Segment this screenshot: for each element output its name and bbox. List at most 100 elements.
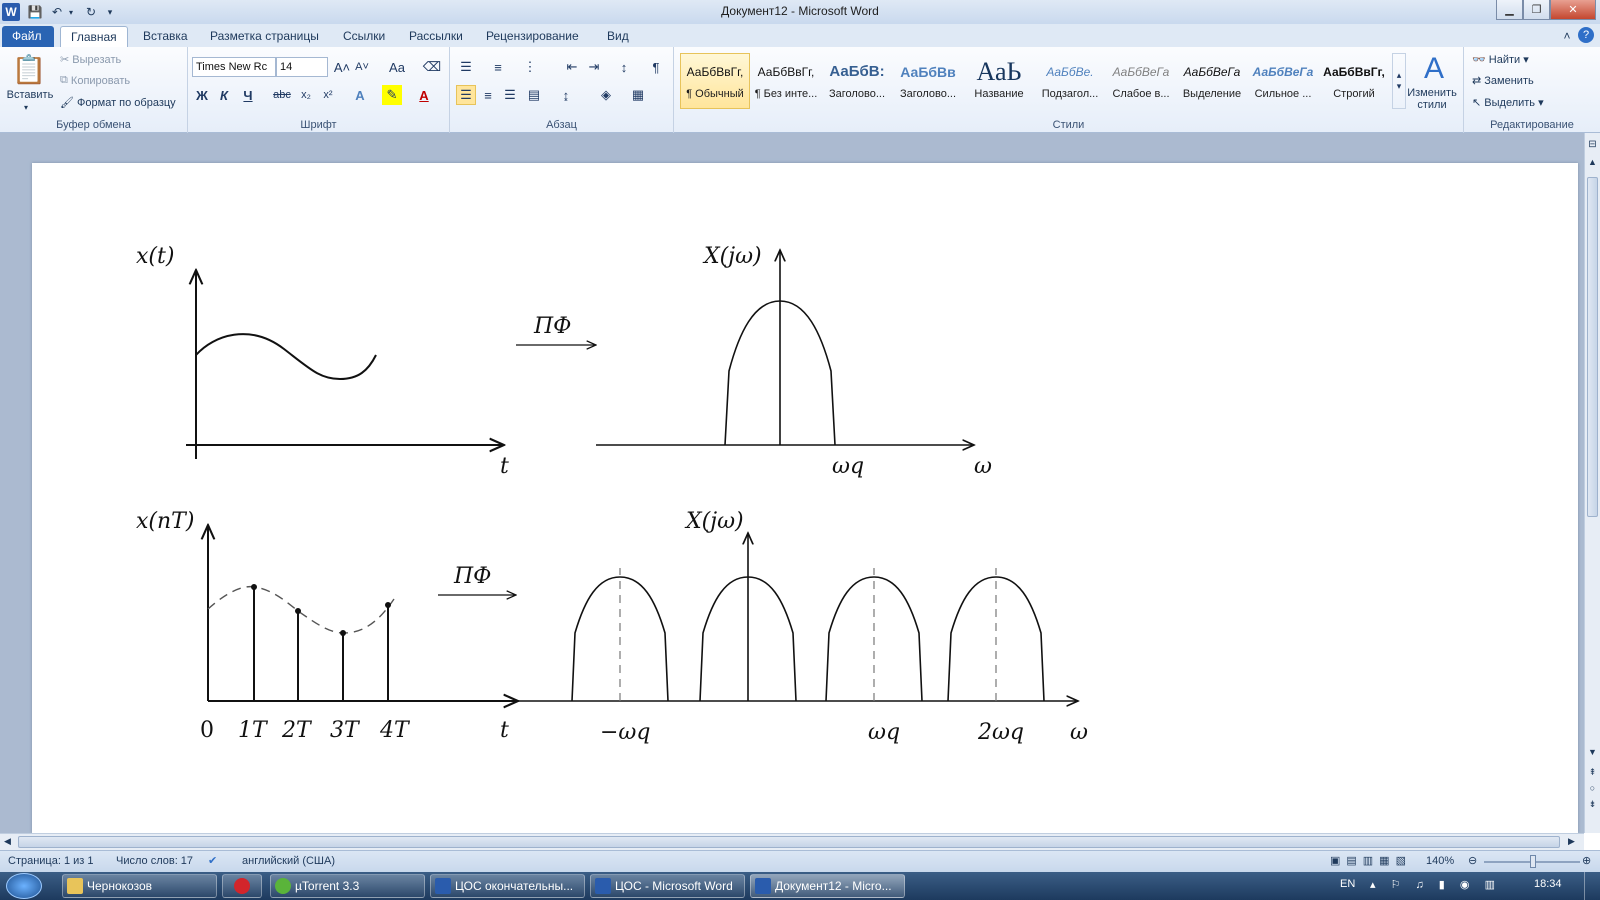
tab-references[interactable]: Ссылки <box>333 26 395 47</box>
align-center-icon[interactable]: ≡ <box>478 85 498 105</box>
minimize-ribbon-icon[interactable]: ˄ <box>1560 27 1574 45</box>
taskbar-item-folder[interactable]: Чернокозов <box>62 874 217 898</box>
decrease-indent-icon[interactable]: ⇤ <box>562 57 582 77</box>
language-indicator[interactable]: английский (США) <box>242 855 335 867</box>
tab-insert[interactable]: Вставка <box>133 26 198 47</box>
strikethrough-button[interactable]: abc <box>272 85 292 105</box>
start-button[interactable] <box>6 873 42 899</box>
zoom-in-icon[interactable]: ⊕ <box>1582 854 1591 867</box>
line-spacing-icon[interactable]: ↨ <box>556 85 576 105</box>
change-case-button[interactable]: Aa <box>384 57 410 77</box>
font-name-combo[interactable]: Times New Rc <box>192 57 276 77</box>
tab-file[interactable]: Файл <box>2 26 54 47</box>
font-size-combo[interactable]: 14 <box>276 57 328 77</box>
change-styles-button[interactable]: Изменить стили <box>1402 87 1462 111</box>
increase-indent-icon[interactable]: ⇥ <box>584 57 604 77</box>
style-subtle-emphasis[interactable]: АаБбВеГа Слабое в... <box>1106 53 1176 109</box>
taskbar-item-word-doc2[interactable]: ЦОС - Microsoft Word <box>590 874 745 898</box>
justify-icon[interactable]: ▤ <box>524 85 544 105</box>
tab-mailings[interactable]: Рассылки <box>399 26 473 47</box>
tray-icons[interactable]: ▴ ⚐ ♫ ▮ ◉ ▥ <box>1370 878 1501 891</box>
bullets-icon[interactable]: ☰ <box>456 57 476 77</box>
zoom-level[interactable]: 140% <box>1426 855 1454 867</box>
scroll-up-icon[interactable]: ▲ <box>1586 157 1599 167</box>
word-count[interactable]: Число слов: 17 <box>116 855 193 867</box>
clock[interactable]: 18:34 <box>1534 878 1562 890</box>
horizontal-scroll-thumb[interactable] <box>18 836 1560 848</box>
text-effects-icon[interactable]: A <box>350 85 370 105</box>
page-counter[interactable]: Страница: 1 из 1 <box>8 855 94 867</box>
paste-button[interactable]: Вставить <box>4 89 56 101</box>
scroll-left-icon[interactable]: ◀ <box>4 836 11 847</box>
taskbar-item-word-doc1[interactable]: ЦОС окончательны... <box>430 874 585 898</box>
style-title[interactable]: АаЬ Название <box>964 53 1034 109</box>
minimize-button[interactable]: ▁ <box>1496 0 1523 20</box>
grow-font-icon[interactable]: A˄ <box>332 57 352 77</box>
vertical-scrollbar[interactable]: ⊟ ▲ ▼ ⇞ ○ ⇟ <box>1584 133 1600 833</box>
subscript-button[interactable]: x₂ <box>296 85 316 105</box>
style-no-spacing[interactable]: АаБбВвГг, ¶ Без инте... <box>751 53 821 109</box>
tab-review[interactable]: Рецензирование <box>476 26 589 47</box>
input-language[interactable]: EN <box>1340 878 1355 890</box>
proofing-icon[interactable]: ✔ <box>208 854 217 867</box>
replace-button[interactable]: ⇄ Заменить <box>1472 74 1534 88</box>
tab-home[interactable]: Главная <box>60 26 128 48</box>
find-button[interactable]: 👓 Найти ▾ <box>1472 53 1529 67</box>
select-button[interactable]: ↖ Выделить ▾ <box>1472 96 1544 110</box>
cut-button[interactable]: ✂ Вырезать <box>60 53 121 67</box>
borders-icon[interactable]: ▦ <box>628 85 648 105</box>
vertical-scroll-thumb[interactable] <box>1587 177 1598 517</box>
multilevel-list-icon[interactable]: ⋮ <box>520 57 540 77</box>
next-page-icon[interactable]: ⇟ <box>1586 799 1599 810</box>
style-intense-emphasis[interactable]: АаБбВеГа Сильное ... <box>1248 53 1318 109</box>
ruler-toggle-icon[interactable]: ⊟ <box>1586 139 1599 152</box>
top-right-ylabel: X(jω) <box>702 244 762 269</box>
style-heading-1[interactable]: АаБбВ: Заголово... <box>822 53 892 109</box>
taskbar-item-word-active[interactable]: Документ12 - Micro... <box>750 874 905 898</box>
style-strong[interactable]: АаБбВвГг, Строгий <box>1319 53 1389 109</box>
paste-icon[interactable]: 📋 <box>12 51 47 87</box>
superscript-button[interactable]: x² <box>318 85 338 105</box>
style-emphasis[interactable]: АаБбВеГа Выделение <box>1177 53 1247 109</box>
close-button[interactable]: ✕ <box>1550 0 1596 20</box>
tab-page-layout[interactable]: Разметка страницы <box>200 26 329 47</box>
sort-icon[interactable]: ↕ <box>614 57 634 77</box>
style-subtitle[interactable]: АаБбВе. Подзагол... <box>1035 53 1105 109</box>
shrink-font-icon[interactable]: A˅ <box>352 57 372 77</box>
paste-dropdown-icon[interactable]: ▾ <box>24 103 28 112</box>
shading-icon[interactable]: ◈ <box>596 85 616 105</box>
styles-group: АаБбВвГг, ¶ Обычный АаБбВвГг, ¶ Без инте..… <box>674 47 1464 133</box>
document-page[interactable]: x(t) t ПФ X(jω) ωq ω x(nT) 0 1T 2T 3T 4T… <box>32 163 1578 833</box>
prev-page-icon[interactable]: ⇞ <box>1586 767 1599 778</box>
show-desktop-button[interactable] <box>1584 872 1600 900</box>
browse-object-icon[interactable]: ○ <box>1586 783 1599 793</box>
style-heading-2[interactable]: АаБбВв Заголово... <box>893 53 963 109</box>
paragraph-group-label: Абзац <box>546 119 577 131</box>
change-styles-icon[interactable]: A <box>1414 51 1454 87</box>
show-marks-button[interactable]: ¶ <box>646 57 666 77</box>
style-normal[interactable]: АаБбВвГг, ¶ Обычный <box>680 53 750 109</box>
zoom-slider-thumb[interactable] <box>1530 855 1536 868</box>
tab-view[interactable]: Вид <box>597 26 639 47</box>
copy-button[interactable]: ⧉ Копировать <box>60 74 130 87</box>
italic-button[interactable]: К <box>214 85 234 105</box>
underline-button[interactable]: Ч <box>238 85 258 105</box>
font-color-button[interactable]: A <box>414 85 434 105</box>
highlight-icon[interactable]: ✎ <box>382 85 402 105</box>
horizontal-scrollbar[interactable]: ◀ ▶ <box>0 833 1584 850</box>
help-icon[interactable]: ? <box>1578 27 1594 43</box>
bold-button[interactable]: Ж <box>192 85 212 105</box>
format-painter-button[interactable]: 🖌 Формат по образцу <box>60 96 176 110</box>
align-left-icon[interactable]: ☰ <box>456 85 476 105</box>
taskbar-item-opera[interactable] <box>222 874 262 898</box>
top-right-xlabel: ω <box>974 454 992 479</box>
clear-formatting-icon[interactable]: ⌫ <box>422 57 442 77</box>
view-buttons[interactable]: ▣▤▥▦▧ <box>1330 854 1412 867</box>
scroll-right-icon[interactable]: ▶ <box>1568 836 1575 847</box>
align-right-icon[interactable]: ☰ <box>500 85 520 105</box>
zoom-out-icon[interactable]: ⊖ <box>1468 854 1477 867</box>
numbering-icon[interactable]: ≡ <box>488 57 508 77</box>
maximize-button[interactable]: ❐ <box>1523 0 1550 20</box>
taskbar-item-utorrent[interactable]: µTorrent 3.3 <box>270 874 425 898</box>
scroll-down-icon[interactable]: ▼ <box>1586 747 1599 757</box>
